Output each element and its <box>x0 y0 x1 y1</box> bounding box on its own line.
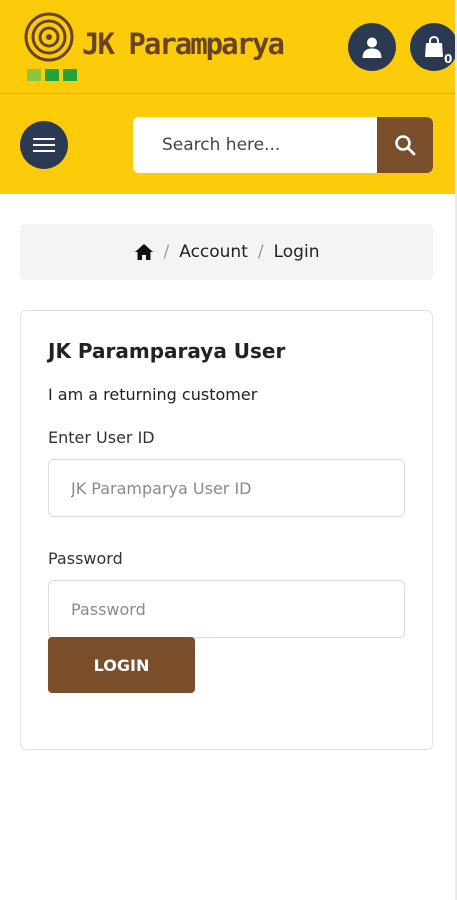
login-title: JK Paramparaya User <box>48 339 286 363</box>
login-button[interactable]: LOGIN <box>48 637 195 693</box>
header-divider <box>0 93 455 94</box>
login-card: JK Paramparaya User I am a returning cus… <box>20 310 433 750</box>
user-icon <box>362 37 382 58</box>
site-header: JK Paramparya 0 <box>0 0 457 194</box>
shopping-bag-icon <box>425 35 443 57</box>
logo-square <box>63 69 77 81</box>
search-icon <box>395 135 416 156</box>
login-subtitle: I am a returning customer <box>48 385 258 404</box>
breadcrumb-separator: / <box>257 242 264 262</box>
userid-field[interactable] <box>48 459 405 517</box>
menu-button[interactable] <box>20 121 68 169</box>
logo-square <box>45 69 59 81</box>
password-field[interactable] <box>48 580 405 638</box>
home-icon[interactable] <box>134 243 154 261</box>
userid-label: Enter User ID <box>48 428 155 447</box>
breadcrumb: / Account / Login <box>20 224 433 280</box>
brand-name[interactable]: JK Paramparya <box>82 27 285 61</box>
logo-icon[interactable] <box>24 12 74 62</box>
breadcrumb-separator: / <box>163 242 170 262</box>
breadcrumb-account-link[interactable]: Account <box>179 242 248 262</box>
breadcrumb-current-page: Login <box>273 242 320 262</box>
logo-squares <box>27 69 77 81</box>
hamburger-icon <box>33 138 55 140</box>
search-input[interactable] <box>133 117 377 173</box>
search-button[interactable] <box>377 117 433 173</box>
cart-count-badge: 0 <box>444 52 453 66</box>
password-label: Password <box>48 549 123 568</box>
account-button[interactable] <box>348 23 396 71</box>
logo-square <box>27 69 41 81</box>
search-box <box>133 117 433 173</box>
